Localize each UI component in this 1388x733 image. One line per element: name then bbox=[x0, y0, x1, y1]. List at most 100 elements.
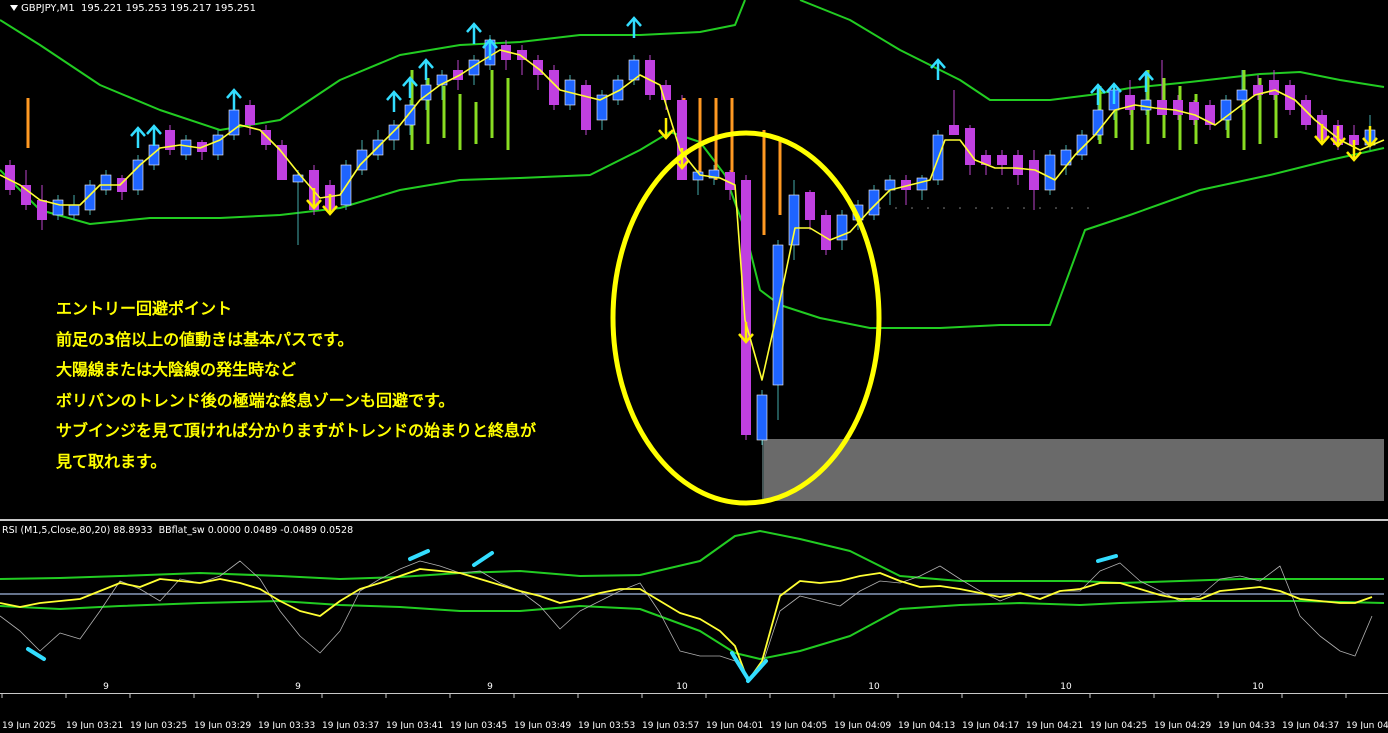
time-axis-label: 19 Jun 03:29 bbox=[194, 721, 251, 729]
band-dot bbox=[1039, 207, 1041, 209]
band-dot bbox=[927, 207, 929, 209]
rsi-signal-marker bbox=[746, 659, 768, 683]
buy-arrow-icon bbox=[466, 22, 482, 44]
candle-body bbox=[805, 192, 815, 220]
gray-zone bbox=[764, 439, 1384, 501]
band-dot bbox=[1071, 207, 1073, 209]
candle-body bbox=[180, 139, 192, 156]
time-axis-label: 19 Jun 03:33 bbox=[258, 721, 315, 729]
candle-body bbox=[997, 155, 1007, 165]
buy-arrow-icon bbox=[418, 58, 434, 80]
subwindow-axis-label: 9 bbox=[487, 682, 493, 692]
candle-body bbox=[1140, 99, 1152, 111]
candle-body bbox=[533, 60, 543, 75]
note-line: サブインジを見て頂ければ分かりますがトレンドの始まりと終息が bbox=[56, 421, 537, 440]
buy-arrow-icon bbox=[226, 88, 242, 110]
time-axis-label: 19 Jun 03:57 bbox=[642, 721, 699, 729]
time-axis-label: 19 Jun 04:21 bbox=[1026, 721, 1083, 729]
buy-arrow-icon bbox=[930, 58, 946, 80]
time-axis: 19 Jun 2025 19 Jun 03:21 19 Jun 03:25 19 Ju… bbox=[0, 694, 1388, 731]
time-axis-label: 19 Jun 04:33 bbox=[1218, 721, 1275, 729]
note-line: エントリー回避ポイント bbox=[56, 299, 233, 318]
subwindow-axis-label: 9 bbox=[295, 682, 301, 692]
buy-arrow-icon bbox=[130, 126, 146, 148]
candle-body bbox=[148, 144, 160, 166]
time-axis-labels: 19 Jun 2025 19 Jun 03:21 19 Jun 03:25 19 Ju… bbox=[1, 694, 1388, 731]
candle-body bbox=[37, 200, 47, 220]
candle-body bbox=[277, 145, 287, 180]
band-dot bbox=[991, 207, 993, 209]
candle-body bbox=[741, 180, 751, 435]
time-axis-label: 19 Jun 04:17 bbox=[962, 721, 1019, 729]
candle-body bbox=[612, 79, 624, 101]
band-dot bbox=[959, 207, 961, 209]
candle-body bbox=[1029, 160, 1039, 190]
candle-body bbox=[772, 244, 784, 386]
rsi-signal-marker bbox=[26, 647, 46, 661]
band-dot bbox=[879, 207, 881, 209]
chart-symbol-header: GBPJPY,M1 195.221 195.253 195.217 195.25… bbox=[10, 3, 256, 14]
rsi-signal-marker bbox=[472, 551, 494, 567]
dropdown-triangle-icon[interactable] bbox=[10, 5, 18, 11]
rsi-signal-marker bbox=[1096, 554, 1118, 563]
note-line: 前足の3倍以上の値動きは基本パスです。 bbox=[56, 329, 354, 349]
subwindow-band-lower bbox=[0, 600, 1385, 660]
rsi-chart: 9 9 9 10 10 10 10 bbox=[0, 530, 1385, 692]
candle-body bbox=[821, 215, 831, 250]
candle-body bbox=[1013, 155, 1023, 175]
subwindow-axis-label: 9 bbox=[103, 682, 109, 692]
time-axis-label: 19 Jun 04:37 bbox=[1282, 721, 1339, 729]
note-line: 大陽線または大陰線の発生時など bbox=[56, 360, 297, 379]
candle-body bbox=[52, 199, 64, 216]
band-dot bbox=[975, 207, 977, 209]
note-line: ボリバンのトレンド後の極端な終息ゾーンも回避です。 bbox=[56, 390, 455, 410]
candle-body bbox=[1173, 100, 1183, 115]
rsi-raw-line bbox=[0, 560, 1373, 682]
buy-arrow-icon bbox=[386, 90, 402, 112]
time-axis-label: 19 Jun 03:21 bbox=[66, 721, 123, 729]
band-dot bbox=[895, 207, 897, 209]
buy-arrow-icon bbox=[146, 124, 162, 146]
candle-body bbox=[245, 105, 255, 125]
subwindow-axis-label: 10 bbox=[676, 682, 688, 692]
candle-body bbox=[756, 394, 768, 441]
candle-body bbox=[949, 125, 959, 135]
candle-body bbox=[68, 204, 80, 216]
time-axis-label: 19 Jun 03:41 bbox=[386, 721, 443, 729]
candle-body bbox=[1236, 89, 1248, 101]
band-dot bbox=[943, 207, 945, 209]
candle-body bbox=[788, 194, 800, 246]
band-dot bbox=[1023, 207, 1025, 209]
rsi-signal-marker bbox=[408, 549, 430, 561]
time-axis-label: 19 Jun 04:29 bbox=[1154, 721, 1211, 729]
candle-body bbox=[100, 174, 112, 191]
time-axis-label: 19 Jun 04:13 bbox=[898, 721, 955, 729]
candle-body bbox=[581, 85, 591, 130]
buy-arrow-icon bbox=[402, 76, 418, 98]
candle-body bbox=[1301, 100, 1311, 125]
candle-body bbox=[1044, 154, 1056, 191]
time-axis-label: 19 Jun 04:01 bbox=[706, 721, 763, 729]
candle-body bbox=[916, 177, 928, 191]
subwindow-axis-label: 10 bbox=[868, 682, 880, 692]
rsi-subwindow[interactable]: 9 9 9 10 10 10 10 bbox=[0, 521, 1388, 693]
candle-body bbox=[1157, 100, 1167, 115]
annotation-note: エントリー回避ポイント 前足の3倍以上の値動きは基本パスです。 大陽線または大陰… bbox=[56, 294, 536, 477]
time-axis-label: 19 Jun 03:25 bbox=[130, 721, 187, 729]
candle-body bbox=[1189, 102, 1199, 120]
rsi-indicator-label: RSI (M1,5,Close,80,20) 88.8933 bbox=[2, 525, 153, 536]
rsi-header: RSI (M1,5,Close,80,20) 88.8933 BBflat_sw… bbox=[2, 525, 353, 536]
time-axis-label: 19 Jun 03:49 bbox=[514, 721, 571, 729]
ohlc-values: 195.221 195.253 195.217 195.251 bbox=[81, 3, 256, 14]
candle-body bbox=[21, 185, 31, 205]
time-axis-label: 19 Jun 03:45 bbox=[450, 721, 507, 729]
band-dot bbox=[1007, 207, 1009, 209]
note-line: 見て取れます。 bbox=[56, 451, 167, 471]
time-axis-label: 19 Jun 04:41 bbox=[1346, 721, 1388, 729]
bollinger-upper bbox=[799, 0, 1385, 101]
subwindow-axis-label: 10 bbox=[1060, 682, 1072, 692]
band-dot bbox=[1087, 207, 1089, 209]
time-axis-label: 19 Jun 04:25 bbox=[1090, 721, 1147, 729]
subwindow-band-upper bbox=[0, 530, 1384, 584]
time-axis-label: 19 Jun 2025 bbox=[2, 721, 56, 729]
